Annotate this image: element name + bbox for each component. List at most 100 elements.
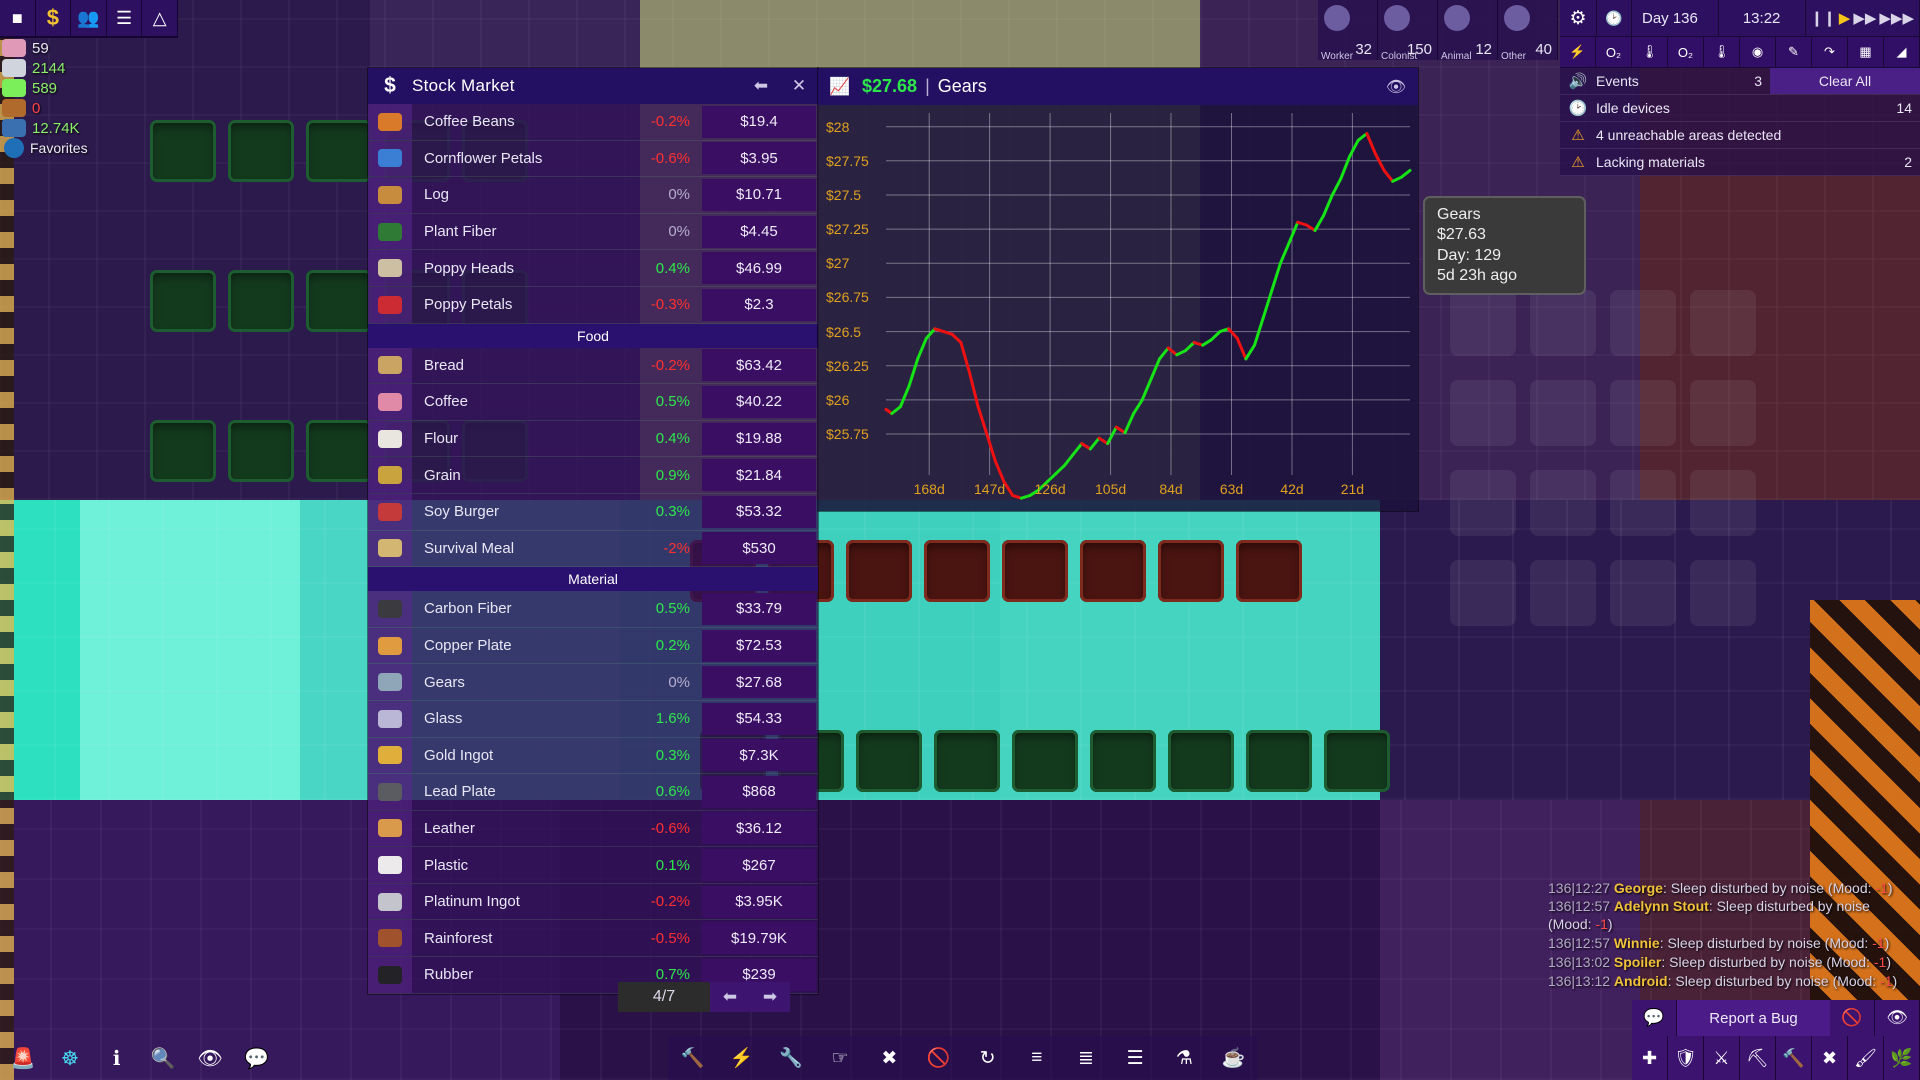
cancel-cross-icon[interactable]: ✖ (1812, 1036, 1848, 1080)
stock-row[interactable]: Copper Plate0.2%$72.53 (368, 628, 818, 665)
colonist-group[interactable]: Colonist150 (1378, 0, 1438, 60)
paint-icon[interactable]: 🖌 (1848, 1036, 1884, 1080)
stock-row[interactable]: Flour0.4%$19.88 (368, 421, 818, 458)
bottom-center-toolbar: 🔨⚡🔧☞✖🚫↻≡≣☰⚗☕ (668, 1036, 1258, 1080)
copper-plate-icon (368, 628, 412, 664)
prev-page-button[interactable]: ⬅ (710, 982, 750, 1012)
price-chart-plot[interactable]: $28$27.75$27.5$27.25$27$26.75$26.5$26.25… (818, 105, 1418, 511)
harvest-icon[interactable]: 🌿 (1884, 1036, 1920, 1080)
notification-row[interactable]: ⚠4 unreachable areas detected (1560, 122, 1920, 149)
mine-icon[interactable]: ⛏ (1740, 1036, 1776, 1080)
report-bug-button[interactable]: Report a Bug (1677, 1000, 1830, 1036)
play-button[interactable]: ▶ (1839, 9, 1851, 27)
draw-icon[interactable]: ✎ (1776, 37, 1812, 67)
prohibited-icon[interactable]: 🚫 (1830, 1000, 1875, 1036)
next-page-button[interactable]: ➡ (750, 982, 790, 1012)
planter (846, 540, 912, 602)
worker-group[interactable]: Worker32 (1318, 0, 1378, 60)
eye-overview-icon[interactable]: 👁 (187, 1036, 234, 1080)
notification-row[interactable]: 🕑Idle devices14 (1560, 95, 1920, 122)
other-group[interactable]: Other40 (1498, 0, 1558, 60)
temperature-icon[interactable]: 🌡 (1632, 37, 1668, 67)
stock-row[interactable]: Plastic0.1%$267 (368, 847, 818, 884)
stock-row[interactable]: Leather-0.6%$36.12 (368, 811, 818, 848)
feedback-icon[interactable]: 💬 (1632, 1000, 1677, 1036)
ultra-forward-button[interactable]: ▶▶▶ (1879, 9, 1914, 27)
stock-row[interactable]: Plant Fiber0%$4.45 (368, 214, 818, 251)
cancel-icon[interactable]: ✖ (865, 1036, 914, 1080)
list-icon[interactable]: ☰ (1111, 1036, 1160, 1080)
chart-y-tick: $26.5 (826, 324, 861, 340)
prohibit-icon[interactable]: 🚫 (914, 1036, 963, 1080)
stock-row[interactable]: Coffee Beans-0.2%$19.4 (368, 104, 818, 141)
path-icon[interactable]: ↷ (1812, 37, 1848, 67)
hammer-icon[interactable]: 🔨 (1776, 1036, 1812, 1080)
cubes-icon[interactable]: ■ (0, 0, 36, 36)
stock-row[interactable]: Platinum Ingot-0.2%$3.95K (368, 884, 818, 921)
stock-row[interactable]: Bread-0.2%$63.42 (368, 348, 818, 385)
stock-row[interactable]: Gold Ingot0.3%$7.3K (368, 738, 818, 775)
clear-all-button[interactable]: Clear All (1770, 68, 1920, 94)
chart-y-tick: $27.5 (826, 187, 861, 203)
rooms-icon[interactable]: ▦ (1848, 37, 1884, 67)
chat-icon[interactable]: 💬 (233, 1036, 280, 1080)
network-icon[interactable]: ☸ (47, 1036, 94, 1080)
oxygen-room-icon[interactable]: O₂ (1668, 37, 1704, 67)
shield-icon[interactable]: 🛡 (1668, 1036, 1704, 1080)
stock-row[interactable]: Poppy Heads0.4%$46.99 (368, 250, 818, 287)
settings-gear-icon[interactable]: ⚙ (1560, 0, 1597, 36)
priority-low-icon[interactable]: ≡ (1012, 1036, 1061, 1080)
eye-icon[interactable]: 👁 (1374, 77, 1418, 97)
wrench-icon[interactable]: 🔧 (766, 1036, 815, 1080)
animal-group[interactable]: Animal12 (1438, 0, 1498, 60)
stock-row[interactable]: Grain0.9%$21.84 (368, 457, 818, 494)
stock-row[interactable]: Soy Burger0.3%$53.32 (368, 494, 818, 531)
stock-row[interactable]: Carbon Fiber0.5%$33.79 (368, 591, 818, 628)
stock-row[interactable]: Lead Plate0.6%$868 (368, 774, 818, 811)
light-icon[interactable]: ◉ (1740, 37, 1776, 67)
close-icon[interactable]: ✕ (780, 76, 818, 96)
chemistry-icon[interactable]: ⚗ (1160, 1036, 1209, 1080)
stock-row[interactable]: Rainforest-0.5%$19.79K (368, 920, 818, 957)
power-icon[interactable]: ⚡ (717, 1036, 766, 1080)
stock-name: Glass (412, 710, 594, 727)
search-icon[interactable]: 🔍 (140, 1036, 187, 1080)
schedule-icon[interactable]: ☰ (107, 0, 143, 36)
resource-hud: ■$👥☰△ 592144589012.74K Favorites (0, 0, 178, 158)
resource-list: 592144589012.74K (0, 38, 178, 138)
stock-row[interactable]: Glass1.6%$54.33 (368, 701, 818, 738)
hammer-icon[interactable]: 🔨 (668, 1036, 717, 1080)
back-arrow-icon[interactable]: ⬅ (742, 76, 780, 96)
stock-row[interactable]: Log0%$10.71 (368, 177, 818, 214)
medical-icon[interactable]: ✚ (1632, 1036, 1668, 1080)
swords-icon[interactable]: ⚔ (1704, 1036, 1740, 1080)
info-icon[interactable]: ℹ (93, 1036, 140, 1080)
notification-row[interactable]: ⚠Lacking materials2 (1560, 149, 1920, 176)
colonist-group-label: Worker (1321, 51, 1353, 62)
stock-row[interactable]: Poppy Petals-0.3%$2.3 (368, 287, 818, 324)
eye-icon[interactable]: 👁 (1875, 1000, 1920, 1036)
stock-row[interactable]: Gears0%$27.68 (368, 664, 818, 701)
hand-icon[interactable]: ☞ (816, 1036, 865, 1080)
stock-change-percent: -0.6% (594, 820, 700, 837)
resource-row: 12.74K (0, 118, 178, 138)
dollar-icon[interactable]: $ (36, 0, 72, 36)
people-icon[interactable]: 👥 (71, 0, 107, 36)
speed-controls[interactable]: ❙❙ ▶ ▶▶ ▶▶▶ (1806, 0, 1920, 36)
stock-row[interactable]: Coffee0.5%$40.22 (368, 384, 818, 421)
alert-icon[interactable]: 🚨 (0, 1036, 47, 1080)
rotate-icon[interactable]: ↻ (963, 1036, 1012, 1080)
stock-row[interactable]: Cornflower Petals-0.6%$3.95 (368, 141, 818, 178)
oxygen-icon[interactable]: O₂ (1596, 37, 1632, 67)
power-icon[interactable]: ⚡ (1560, 37, 1596, 67)
cook-icon[interactable]: ☕ (1209, 1036, 1258, 1080)
notification-row[interactable]: 🔊Events3Clear All (1560, 68, 1920, 95)
research-icon[interactable]: △ (142, 0, 178, 36)
stock-row[interactable]: Survival Meal-2%$530 (368, 531, 818, 568)
priority-high-icon[interactable]: ≣ (1061, 1036, 1110, 1080)
favorites-row[interactable]: Favorites (0, 138, 178, 158)
fast-forward-button[interactable]: ▶▶ (1853, 9, 1876, 27)
pause-button[interactable]: ❙❙ (1811, 9, 1836, 27)
terrain-icon[interactable]: ◢ (1884, 37, 1920, 67)
temperature-room-icon[interactable]: 🌡 (1704, 37, 1740, 67)
